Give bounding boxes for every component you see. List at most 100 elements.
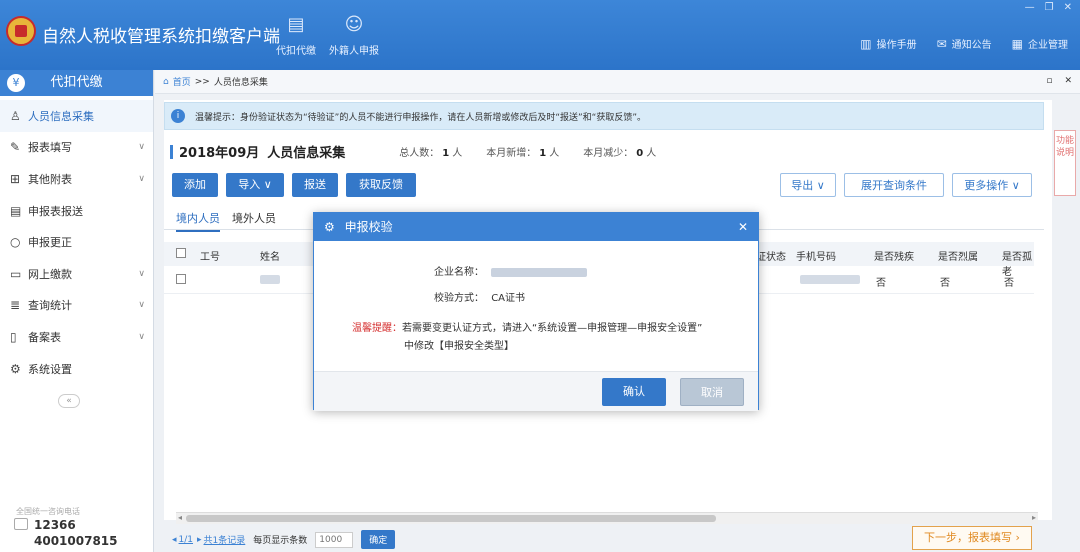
chevron-down-icon: ∨ [138, 268, 145, 279]
maximize-button[interactable]: ❐ [1045, 2, 1054, 13]
col-id: 工号 [200, 252, 220, 263]
query-icon: ≣ [10, 298, 21, 313]
person-icon: ♙ [10, 108, 21, 123]
period-row: 2018年09月 人员信息采集 总人数： 1 人 本月新增： 1 人 本月减少： 0 人 [170, 142, 680, 161]
sidebar-collapse-button[interactable]: « [58, 394, 80, 408]
export-button[interactable]: 导出 ∨ [780, 173, 836, 197]
sidebar: ¥ 代扣代缴 ♙ 人员信息采集 ✎ 报表填写 ∨ ⊞ 其他附表 ∨ ▤ 申报表报送 ○ 申报更… [0, 70, 154, 552]
sidebar-item-settings[interactable]: ⚙ 系统设置 [0, 353, 153, 385]
panel-controls: ▫ ✕ [1046, 76, 1072, 86]
breadcrumb: ⌂ 首页 >> 人员信息采集 ▫ ✕ [155, 70, 1080, 94]
dialog-close-icon[interactable]: ✕ [738, 213, 748, 241]
hotline-label: 全国统一咨询电话 [16, 507, 80, 516]
redacted-company-name [491, 267, 588, 277]
get-feedback-button[interactable]: 获取反馈 [346, 173, 416, 197]
link-notice[interactable]: ✉ 通知公告 [937, 36, 992, 51]
title-bar: 自然人税收管理系统扣缴客户端 ▤ 代扣代缴 ☺ 外籍人申报 — ❐ ✕ ▥ 操作手… [0, 0, 1080, 70]
tax-period: 2018年09月 [179, 146, 260, 161]
per-page-label: 每页显示条数 [253, 536, 308, 546]
warn-row-1: 温馨提醒：若需要变更认证方式，请进入“系统设置—申报管理—申报安全设置” [352, 319, 702, 334]
dialog-title: 申报校验 [344, 220, 393, 234]
info-icon: i [171, 109, 185, 123]
tab-domestic[interactable]: 境内人员 [176, 210, 220, 232]
tab-overseas[interactable]: 境外人员 [232, 210, 276, 226]
breadcrumb-home[interactable]: 首页 [173, 75, 191, 88]
building-icon: ▦ [1011, 37, 1023, 51]
col-phone: 手机号码 [796, 252, 836, 263]
link-company[interactable]: ▦ 企业管理 [1012, 36, 1068, 51]
cell-elder: 否 [1004, 278, 1014, 289]
per-page-input[interactable] [315, 531, 354, 548]
sidebar-item-other-attachments[interactable]: ⊞ 其他附表 ∨ [0, 163, 153, 195]
sidebar-header: ¥ 代扣代缴 [0, 70, 153, 96]
company-row: 企业名称： [434, 263, 588, 278]
sidebar-item-report-fill[interactable]: ✎ 报表填写 ∨ [0, 132, 153, 164]
gear-icon: ⚙ [324, 220, 335, 234]
phone-icon [14, 518, 28, 530]
pager-confirm-button[interactable]: 确定 [361, 530, 396, 549]
redacted-phone [800, 275, 860, 284]
link-manual[interactable]: ▥ 操作手册 [860, 36, 916, 51]
row-checkbox[interactable] [176, 274, 186, 284]
chevron-down-icon: ∨ [138, 142, 145, 153]
stat-new: 本月新增： 1 人 [486, 148, 560, 159]
scrollbar-thumb[interactable] [186, 515, 716, 522]
tip-banner: i 温馨提示：身份验证状态为“待验证”的人员不能进行申报操作，请在人员新增或修改… [164, 102, 1044, 130]
cell-disabled: 否 [876, 278, 886, 289]
submit-button[interactable]: 报送 [292, 173, 338, 197]
app-title: 自然人税收管理系统扣缴客户端 [42, 27, 280, 47]
sidebar-item-query-stats[interactable]: ≣ 查询统计 ∨ [0, 290, 153, 322]
next-step-button[interactable]: 下一步，报表填写 › [912, 526, 1032, 550]
chevron-down-icon: ∨ [138, 300, 145, 311]
folder-icon: ▭ [10, 266, 22, 281]
confirm-button[interactable]: 确认 [602, 378, 666, 406]
sidebar-item-online-payment[interactable]: ▭ 网上缴款 ∨ [0, 258, 153, 290]
page-title: 人员信息采集 [267, 146, 346, 161]
breadcrumb-current: 人员信息采集 [213, 78, 268, 88]
dialog-footer: 确认 取消 [314, 371, 758, 411]
select-all-checkbox[interactable] [176, 248, 186, 258]
sidebar-item-filing[interactable]: ▯ 备案表 ∨ [0, 321, 153, 353]
total-records: 共1条记录 [203, 536, 246, 546]
more-actions-button[interactable]: 更多操作 ∨ [952, 173, 1032, 197]
top-links: ▥ 操作手册 ✉ 通知公告 ▦ 企业管理 [860, 36, 1068, 51]
function-help-tab[interactable]: 功能说明 [1054, 130, 1076, 196]
next-page-icon[interactable]: ▸ [197, 535, 202, 545]
close-panel-icon[interactable]: ✕ [1064, 76, 1072, 86]
manual-icon: ▥ [860, 37, 872, 51]
page-indicator[interactable]: 1/1 [179, 535, 193, 545]
sidebar-item-personnel-info[interactable]: ♙ 人员信息采集 [0, 100, 153, 132]
scroll-left-icon[interactable]: ◂ [178, 513, 182, 522]
col-disabled: 是否残疾 [874, 252, 914, 263]
warn-text-1: 若需要变更认证方式，请进入“系统设置—申报管理—申报安全设置” [402, 323, 703, 334]
minimize-button[interactable]: — [1025, 2, 1035, 13]
tool-withholding[interactable]: ▤ 代扣代缴 [266, 14, 326, 57]
warn-text-2: 中修改【申报安全类型】 [404, 341, 514, 352]
mail-icon: ✉ [936, 37, 947, 51]
expand-query-button[interactable]: 展开查询条件 [844, 173, 944, 197]
cancel-button[interactable]: 取消 [680, 378, 744, 406]
col-verify-status: 证状态 [756, 252, 786, 263]
hotline-number-2: 4001007815 [34, 534, 118, 548]
col-name: 姓名 [260, 252, 280, 263]
chevron-right-icon: › [1015, 531, 1020, 544]
horizontal-scrollbar[interactable]: ◂ ▸ [176, 512, 1038, 524]
chevron-down-icon: ∨ [138, 331, 145, 342]
window-controls: — ❐ ✕ [1025, 2, 1072, 13]
document-icon: ▤ [287, 14, 305, 35]
title-accent-bar [170, 144, 173, 159]
sidebar-item-report-correct[interactable]: ○ 申报更正 [0, 226, 153, 258]
stat-total: 总人数： 1 人 [399, 148, 463, 159]
col-martyr: 是否烈属 [938, 252, 978, 263]
scroll-right-icon[interactable]: ▸ [1032, 513, 1036, 522]
sidebar-item-report-submit[interactable]: ▤ 申报表报送 [0, 195, 153, 227]
method-value: CA证书 [491, 293, 526, 304]
close-window-button[interactable]: ✕ [1064, 2, 1072, 13]
tool-foreign-declare[interactable]: ☺ 外籍人申报 [324, 14, 384, 57]
home-icon: ⌂ [163, 76, 169, 87]
add-button[interactable]: 添加 [172, 173, 218, 197]
edit-icon: ✎ [10, 140, 21, 155]
restore-panel-icon[interactable]: ▫ [1046, 76, 1052, 86]
prev-page-icon[interactable]: ◂ [172, 535, 177, 545]
import-button[interactable]: 导入 ∨ [226, 173, 284, 197]
